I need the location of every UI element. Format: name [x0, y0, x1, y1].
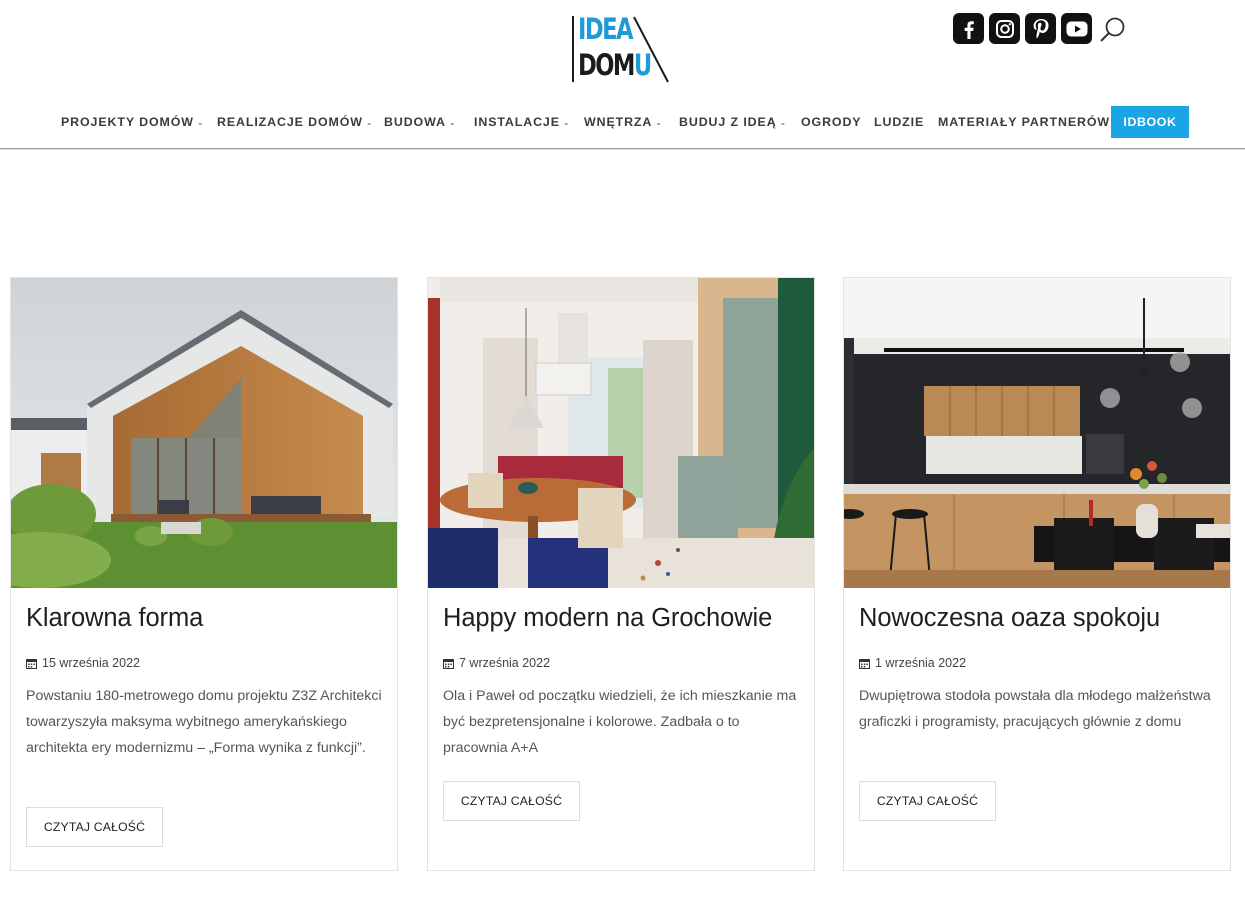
- nav-item-projekty-domow[interactable]: PROJEKTY DOMÓW ⌄: [61, 106, 204, 138]
- calendar-icon: [443, 658, 454, 669]
- search-icon[interactable]: [1098, 15, 1128, 45]
- chevron-down-icon: ⌄: [365, 118, 374, 127]
- nav-item-instalacje[interactable]: INSTALACJE ⌄: [474, 106, 570, 138]
- article-excerpt: Dwupiętrowa stodoła powstała dla młodego…: [859, 688, 1211, 730]
- article-date: 7 września 2022: [443, 656, 550, 670]
- nav-label: LUDZIE: [874, 115, 925, 129]
- idbook-button[interactable]: IDBOOK: [1111, 106, 1189, 138]
- pinterest-icon[interactable]: [1025, 13, 1056, 44]
- article-excerpt: Ola i Paweł od początku wiedzieli, że ic…: [443, 688, 797, 756]
- facebook-icon[interactable]: [953, 13, 984, 44]
- read-more-button[interactable]: CZYTAJ CAŁOŚĆ: [26, 807, 163, 847]
- nav-label: OGRODY: [801, 115, 862, 129]
- article-card: Nowoczesna oaza spokoju 1 września 2022 …: [843, 277, 1231, 871]
- article-card: Happy modern na Grochowie 7 września 202…: [427, 277, 815, 871]
- article-title[interactable]: Klarowna forma: [26, 604, 203, 633]
- read-more-button[interactable]: CZYTAJ CAŁOŚĆ: [443, 781, 580, 821]
- article-date: 1 września 2022: [859, 656, 966, 670]
- calendar-icon: [859, 658, 870, 669]
- site-logo[interactable]: IDEA DOMU: [572, 14, 670, 84]
- chevron-down-icon: ⌄: [448, 118, 457, 127]
- nav-item-budowa[interactable]: BUDOWA ⌄: [384, 106, 456, 138]
- nav-item-ludzie[interactable]: LUDZIE: [874, 106, 924, 138]
- article-image-kitchen[interactable]: [844, 278, 1230, 588]
- chevron-down-icon: ⌄: [562, 118, 571, 127]
- nav-label: PROJEKTY DOMÓW: [61, 115, 194, 129]
- calendar-icon: [26, 658, 37, 669]
- main-navigation: PROJEKTY DOMÓW ⌄ REALIZACJE DOMÓW ⌄ BUDOWA…: [0, 106, 1245, 138]
- chevron-down-icon: ⌄: [655, 118, 663, 127]
- article-image-dining-room[interactable]: [428, 278, 814, 588]
- nav-label: BUDOWA: [384, 115, 446, 129]
- logo-slash-graphic: [633, 16, 669, 83]
- site-header: IDEA DOMU PROJEKTY DOMÓW ⌄ REALIZACJE DOM…: [0, 0, 1245, 149]
- nav-label: INSTALACJE: [474, 115, 560, 129]
- nav-item-buduj-z-idea[interactable]: BUDUJ Z IDEĄ ⌄: [679, 106, 787, 138]
- nav-label: BUDUJ Z IDEĄ: [679, 115, 777, 129]
- social-links: [953, 13, 1092, 44]
- nav-item-materialy-partnerow[interactable]: MATERIAŁY PARTNERÓW: [938, 106, 1110, 138]
- article-date-text: 15 września 2022: [42, 656, 140, 670]
- nav-item-ogrody[interactable]: OGRODY: [801, 106, 861, 138]
- nav-item-wnetrza[interactable]: WNĘTRZA ⌄: [584, 106, 663, 138]
- article-date: 15 września 2022: [26, 656, 140, 670]
- article-card: Klarowna forma 15 września 2022 Powstani…: [10, 277, 398, 871]
- article-title[interactable]: Nowoczesna oaza spokoju: [859, 604, 1160, 633]
- nav-label: REALIZACJE DOMÓW: [217, 115, 363, 129]
- instagram-icon[interactable]: [989, 13, 1020, 44]
- chevron-down-icon: ⌄: [196, 118, 205, 127]
- nav-label: MATERIAŁY PARTNERÓW: [938, 115, 1110, 129]
- article-date-text: 1 września 2022: [875, 656, 967, 670]
- nav-label: WNĘTRZA: [584, 115, 653, 129]
- article-title[interactable]: Happy modern na Grochowie: [443, 604, 772, 633]
- article-image-house[interactable]: [11, 278, 397, 588]
- youtube-icon[interactable]: [1061, 13, 1092, 44]
- chevron-down-icon: ⌄: [779, 118, 788, 127]
- read-more-button[interactable]: CZYTAJ CAŁOŚĆ: [859, 781, 996, 821]
- article-date-text: 7 września 2022: [459, 656, 551, 670]
- nav-item-realizacje-domow[interactable]: REALIZACJE DOMÓW ⌄: [217, 106, 373, 138]
- article-excerpt: Powstaniu 180-metrowego domu projektu Z3…: [26, 688, 382, 756]
